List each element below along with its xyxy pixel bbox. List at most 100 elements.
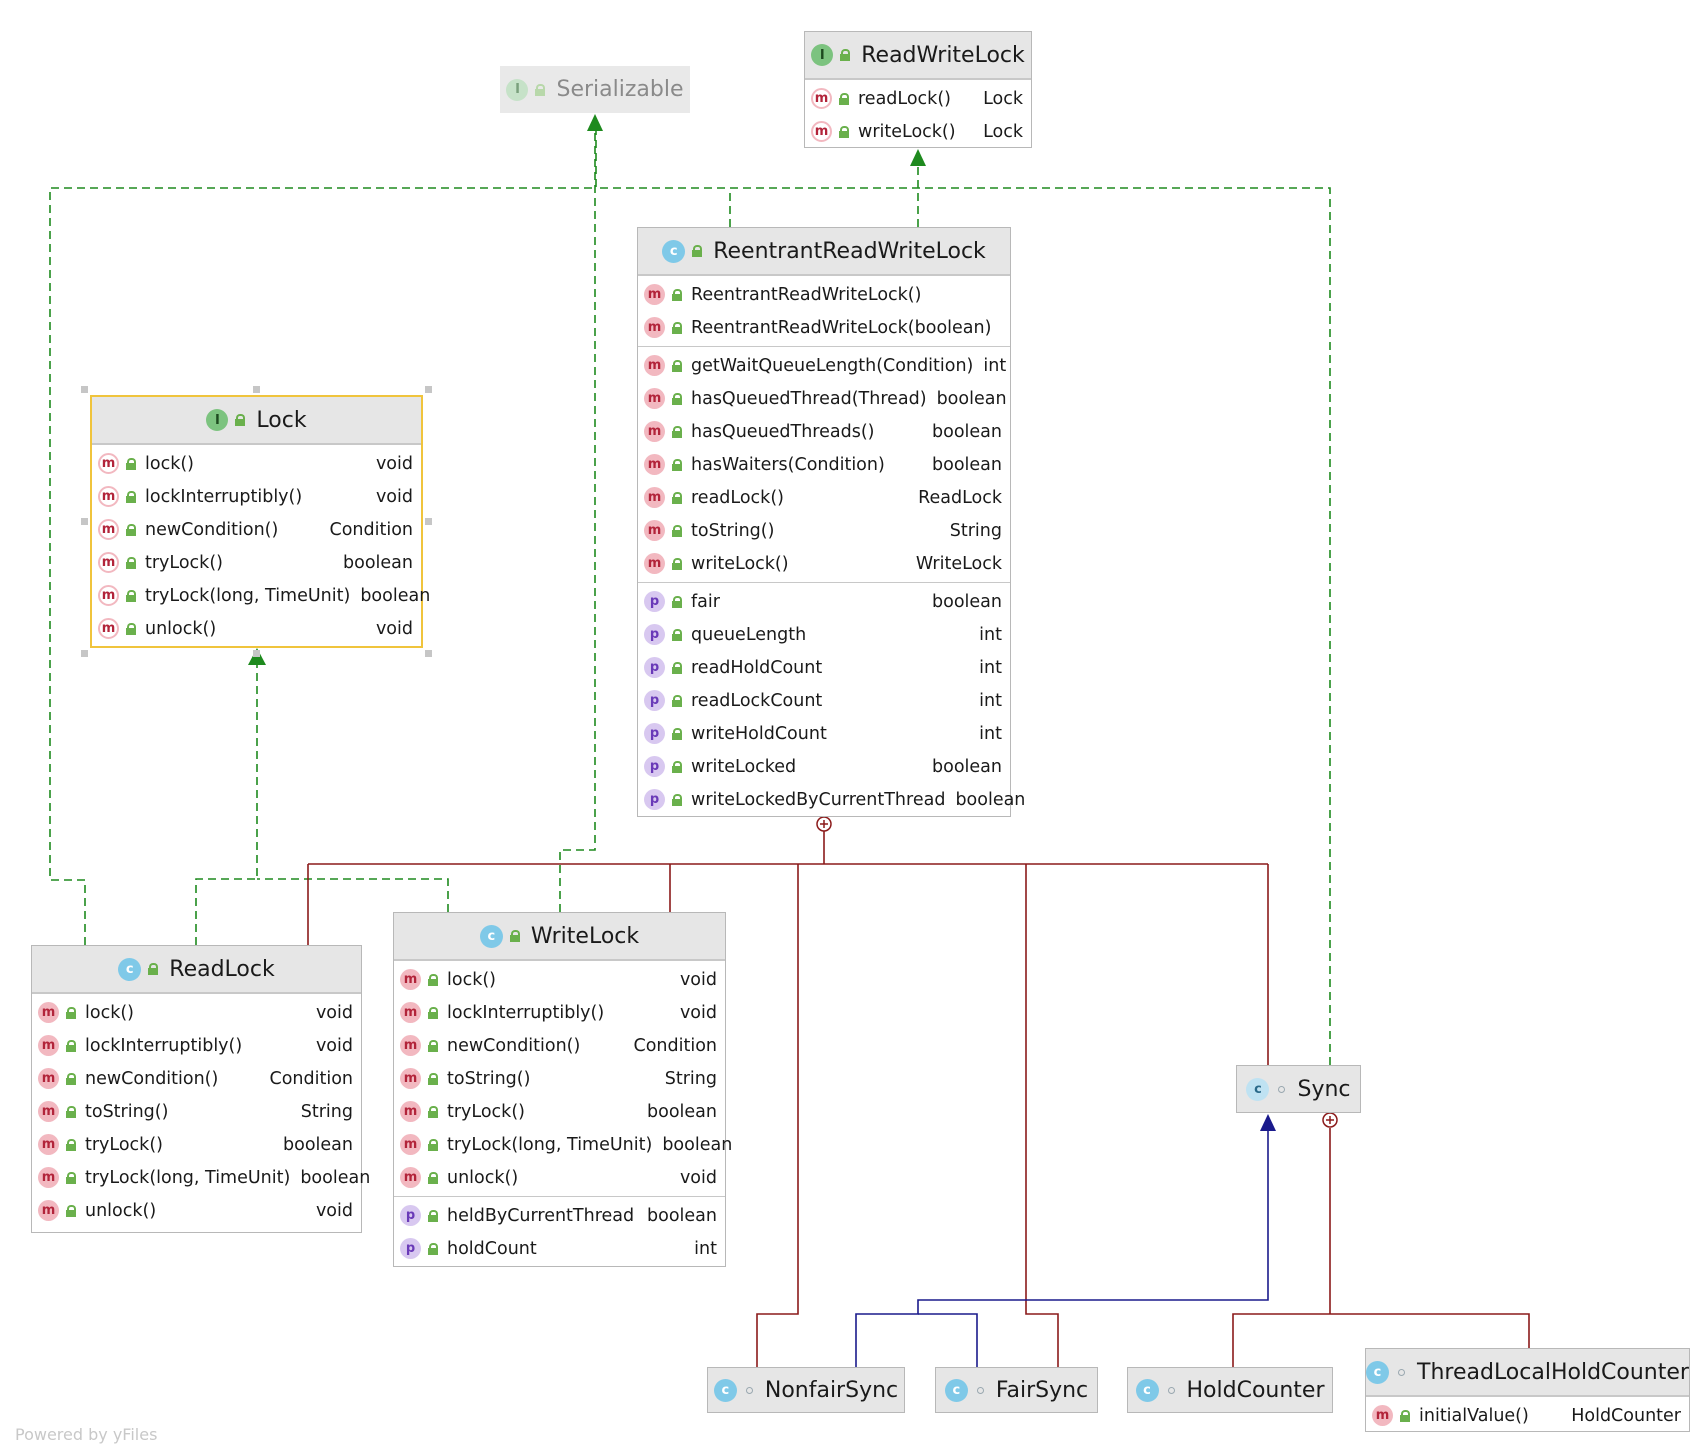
method-row[interactable]: m lock() void xyxy=(394,963,725,996)
selection-handle[interactable] xyxy=(81,386,88,393)
member-name: hasQueuedThreads() xyxy=(691,421,875,442)
node-holdcounter[interactable]: c HoldCounter xyxy=(1127,1367,1333,1413)
member-name: hasWaiters(Condition) xyxy=(691,454,885,475)
method-icon: m xyxy=(400,1068,421,1089)
member-type: String xyxy=(949,520,1002,541)
member-type: boolean xyxy=(647,1101,717,1122)
method-row[interactable]: m tryLock() boolean xyxy=(32,1128,361,1161)
node-sync[interactable]: c Sync xyxy=(1236,1065,1361,1113)
method-icon: m xyxy=(400,1101,421,1122)
member-type: void xyxy=(315,1002,353,1023)
method-row[interactable]: m tryLock() boolean xyxy=(394,1095,725,1128)
method-row[interactable]: m newCondition() Condition xyxy=(92,513,421,546)
public-icon xyxy=(671,760,683,773)
method-icon: m xyxy=(644,553,665,574)
member-type: void xyxy=(375,486,413,507)
node-threadlocalholdcounter[interactable]: c ThreadLocalHoldCounter m initialValue()… xyxy=(1365,1348,1690,1432)
node-readlock[interactable]: c ReadLock m lock() void m lockInterruptibly… xyxy=(31,945,370,1233)
method-row[interactable]: m writeLock() WriteLock xyxy=(638,547,1010,580)
method-row[interactable]: m ReentrantReadWriteLock() xyxy=(638,278,1010,311)
selection-handle[interactable] xyxy=(253,650,260,657)
selection-handle[interactable] xyxy=(425,386,432,393)
member-name: initialValue() xyxy=(1419,1405,1529,1426)
property-row[interactable]: p heldByCurrentThread boolean xyxy=(394,1199,725,1232)
member-type: Condition xyxy=(329,519,413,540)
member-type: WriteLock xyxy=(915,553,1002,574)
method-row[interactable]: m writeLock() Lock xyxy=(805,115,1031,148)
method-row[interactable]: m tryLock() boolean xyxy=(92,546,421,579)
property-row[interactable]: p writeHoldCount int xyxy=(638,717,1010,750)
method-icon: m xyxy=(38,1167,59,1188)
member-name: lock() xyxy=(85,1002,134,1023)
method-row[interactable]: m toString() String xyxy=(394,1062,725,1095)
member-name: writeLockedByCurrentThread xyxy=(691,789,946,810)
node-readwritelock[interactable]: I ReadWriteLock m readLock() Lock m writeLoc… xyxy=(804,31,1032,148)
package-private-icon xyxy=(974,1384,986,1396)
method-row[interactable]: m toString() String xyxy=(32,1095,361,1128)
public-icon xyxy=(671,425,683,438)
property-icon: p xyxy=(644,690,665,711)
extends-arrowheads xyxy=(1260,1114,1276,1131)
method-row[interactable]: m lock() void xyxy=(32,996,361,1029)
method-row[interactable]: m lockInterruptibly() void xyxy=(394,996,725,1029)
method-row[interactable]: m tryLock(long, TimeUnit) boolean xyxy=(394,1128,732,1161)
node-nonfairsync[interactable]: c NonfairSync xyxy=(707,1367,905,1413)
public-icon xyxy=(839,49,851,61)
method-row[interactable]: m hasQueuedThread(Thread) boolean xyxy=(638,382,1010,415)
method-row[interactable]: m initialValue() HoldCounter xyxy=(1366,1399,1689,1432)
method-row[interactable]: m hasQueuedThreads() boolean xyxy=(638,415,1010,448)
selection-handle[interactable] xyxy=(81,650,88,657)
property-row[interactable]: p readHoldCount int xyxy=(638,651,1010,684)
selection-handle[interactable] xyxy=(253,386,260,393)
method-row[interactable]: m tryLock(long, TimeUnit) boolean xyxy=(32,1161,370,1194)
property-row[interactable]: p writeLocked boolean xyxy=(638,750,1010,783)
member-type: boolean xyxy=(283,1134,353,1155)
method-row[interactable]: m lockInterruptibly() void xyxy=(92,480,421,513)
property-row[interactable]: p writeLockedByCurrentThread boolean xyxy=(638,783,1025,816)
public-icon xyxy=(125,523,137,536)
method-row[interactable]: m newCondition() Condition xyxy=(394,1029,725,1062)
node-reentrantreadwritelock[interactable]: c ReentrantReadWriteLock m ReentrantReadW… xyxy=(637,227,1025,817)
selection-handle[interactable] xyxy=(81,518,88,525)
member-type: int xyxy=(979,624,1002,645)
member-name: hasQueuedThread(Thread) xyxy=(691,388,927,409)
node-fairsync[interactable]: c FairSync xyxy=(935,1367,1098,1413)
property-row[interactable]: p fair boolean xyxy=(638,585,1010,618)
public-icon xyxy=(671,524,683,537)
node-writelock[interactable]: c WriteLock m lock() void m lockInterruptibl… xyxy=(393,912,732,1267)
public-icon xyxy=(671,359,683,372)
public-icon xyxy=(838,92,850,105)
constructor-section: m ReentrantReadWriteLock() m ReentrantReadW… xyxy=(638,275,1010,346)
method-row[interactable]: m readLock() Lock xyxy=(805,82,1031,115)
method-row[interactable]: m unlock() void xyxy=(394,1161,725,1194)
method-row[interactable]: m newCondition() Condition xyxy=(32,1062,361,1095)
property-row[interactable]: p readLockCount int xyxy=(638,684,1010,717)
method-row[interactable]: m getWaitQueueLength(Condition) int xyxy=(638,349,1010,382)
node-serializable[interactable]: I Serializable xyxy=(500,66,690,113)
method-row[interactable]: m toString() String xyxy=(638,514,1010,547)
selection-handle[interactable] xyxy=(425,650,432,657)
member-type: boolean xyxy=(300,1167,371,1188)
node-header: I Lock xyxy=(92,397,421,444)
method-row[interactable]: m unlock() void xyxy=(32,1194,361,1227)
class-icon: c xyxy=(1366,1360,1390,1384)
method-row[interactable]: m readLock() ReadLock xyxy=(638,481,1010,514)
public-icon xyxy=(427,1006,439,1019)
method-section: m getWaitQueueLength(Condition) int m hasQue… xyxy=(638,346,1010,582)
method-row[interactable]: m ReentrantReadWriteLock(boolean) xyxy=(638,311,1010,344)
method-row[interactable]: m hasWaiters(Condition) boolean xyxy=(638,448,1010,481)
method-row[interactable]: m tryLock(long, TimeUnit) boolean xyxy=(92,579,430,612)
property-row[interactable]: p holdCount int xyxy=(394,1232,725,1265)
public-icon xyxy=(125,556,137,569)
member-name: readHoldCount xyxy=(691,657,823,678)
member-name: tryLock() xyxy=(85,1134,163,1155)
method-row[interactable]: m lock() void xyxy=(92,447,421,480)
method-row[interactable]: m lockInterruptibly() void xyxy=(32,1029,361,1062)
method-row[interactable]: m unlock() void xyxy=(92,612,421,645)
node-lock[interactable]: I Lock m lock() void m lockInterruptibly() vo… xyxy=(90,395,430,648)
interface-icon: I xyxy=(206,409,229,431)
selection-handle[interactable] xyxy=(425,518,432,525)
node-header: I ReadWriteLock xyxy=(805,32,1031,79)
member-name: newCondition() xyxy=(447,1035,581,1056)
property-row[interactable]: p queueLength int xyxy=(638,618,1010,651)
